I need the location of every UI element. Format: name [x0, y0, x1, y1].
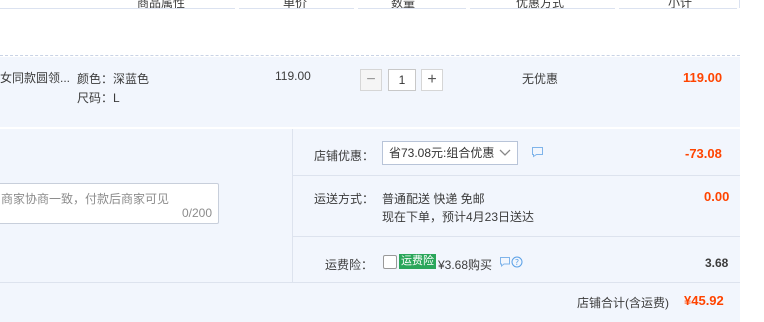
item-attr-color: 颜色：深蓝色	[77, 72, 150, 86]
question-circle-icon[interactable]: ?	[511, 256, 523, 271]
shipping-label: 运送方式：	[314, 192, 375, 206]
quantity-decrease-button[interactable]: −	[360, 69, 382, 91]
item-subtotal: 119.00	[683, 70, 723, 85]
message-bubble-icon[interactable]	[531, 146, 544, 161]
store-discount-amount: -73.08	[685, 146, 722, 161]
header-underline	[0, 8, 235, 9]
insurance-price: ¥3.68购买	[438, 258, 493, 272]
item-title-link[interactable]: 女同款圆领...	[0, 69, 70, 86]
column-header-subtotal: 小计	[668, 0, 693, 10]
store-discount-label: 店铺优惠：	[314, 149, 375, 163]
column-header-quantity: 数量	[391, 0, 416, 10]
seller-message-placeholder: 商家协商一致，付款后商家可见	[1, 192, 170, 206]
quantity-input[interactable]: 1	[388, 69, 416, 91]
summary-divider	[0, 282, 740, 283]
cart-item-row: 女同款圆领... 颜色：深蓝色 尺码：L 119.00 − 1 + 无优惠 11…	[0, 57, 740, 127]
summary-divider	[292, 129, 293, 282]
shipping-method: 普通配送 快递 免邮	[382, 192, 485, 206]
table-right-border	[739, 0, 740, 8]
column-header-attributes: 商品属性	[137, 0, 186, 10]
insurance-amount: 3.68	[705, 256, 729, 270]
message-bubble-icon[interactable]	[499, 256, 511, 271]
item-promotion: 无优惠	[522, 72, 559, 86]
header-underline	[619, 8, 737, 9]
store-total-label: 店铺合计(含运费)	[577, 296, 669, 310]
store-discount-selected: 省73.08元:组合优惠	[389, 146, 495, 160]
section-divider	[0, 55, 740, 56]
insurance-badge: 运费险	[399, 254, 436, 269]
header-underline	[358, 8, 466, 9]
store-discount-select[interactable]: 省73.08元:组合优惠	[382, 141, 518, 165]
shipping-amount: 0.00	[704, 189, 730, 204]
summary-divider	[292, 236, 740, 237]
seller-message-textarea[interactable]: 商家协商一致，付款后商家可见 0/200	[0, 183, 219, 224]
column-header-promotion: 优惠方式	[516, 0, 565, 10]
quantity-increase-button[interactable]: +	[421, 69, 443, 91]
header-underline	[470, 8, 615, 9]
item-unit-price: 119.00	[275, 69, 311, 83]
insurance-checkbox[interactable]	[383, 255, 397, 269]
summary-divider	[292, 175, 740, 176]
chevron-down-icon	[499, 143, 511, 170]
header-underline	[239, 8, 354, 9]
seller-message-counter: 0/200	[181, 206, 212, 220]
column-header-price: 单价	[283, 0, 308, 10]
item-attr-size: 尺码：L	[77, 91, 120, 105]
svg-text:?: ?	[515, 258, 519, 267]
shipping-eta: 现在下单，预计4月23日送达	[382, 210, 535, 224]
store-total-amount: ¥45.92	[684, 293, 724, 308]
insurance-label: 运费险：	[325, 258, 374, 272]
